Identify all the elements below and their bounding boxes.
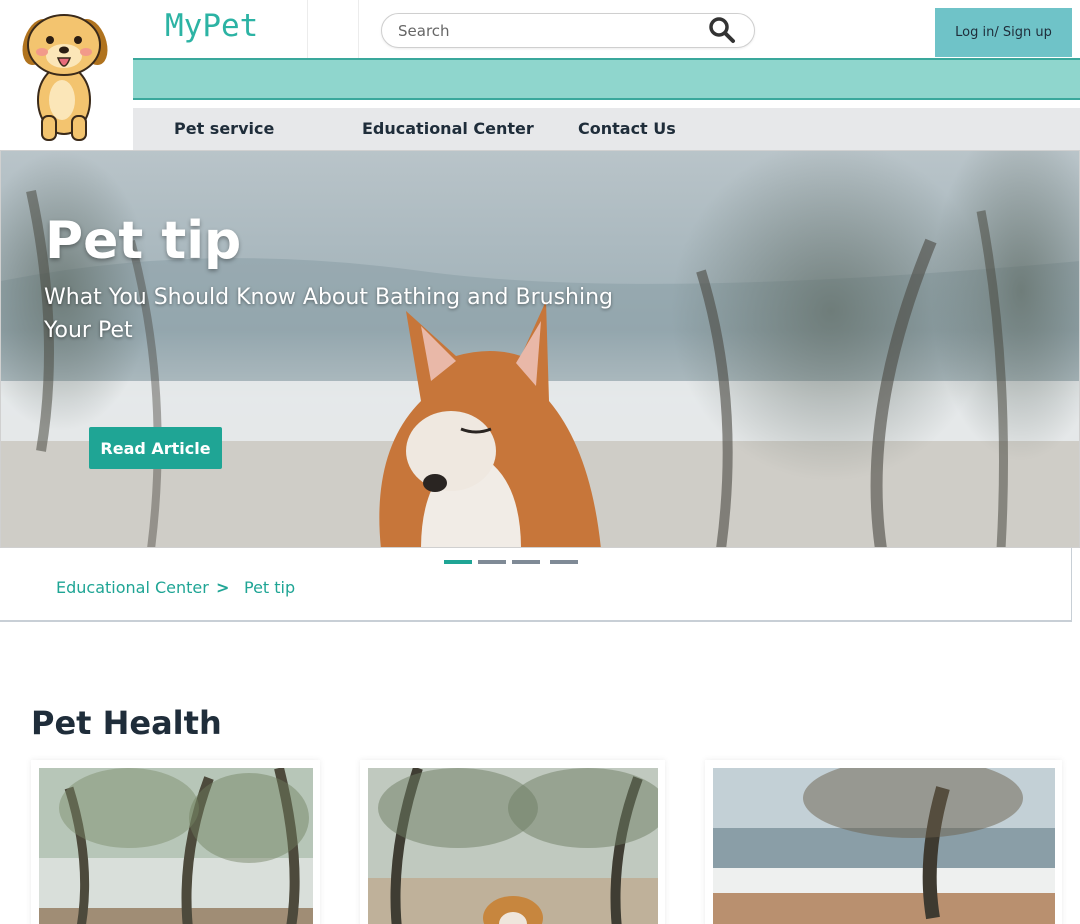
- carousel-dot-3[interactable]: [512, 560, 540, 564]
- hero-title: Pet tip: [45, 211, 242, 271]
- search-area: [358, 0, 818, 58]
- article-card-image: [39, 768, 313, 924]
- search-input[interactable]: [381, 13, 755, 48]
- article-card[interactable]: [705, 760, 1062, 924]
- header-accent-bar: [133, 58, 1080, 100]
- article-card[interactable]: [360, 760, 665, 924]
- logo[interactable]: [0, 0, 133, 150]
- puppy-mascot-icon: [22, 14, 108, 141]
- nav-item-pet-service[interactable]: Pet service: [174, 119, 274, 138]
- search-button[interactable]: [707, 16, 737, 46]
- hero-banner: Pet tip What You Should Know About Bathi…: [0, 150, 1080, 548]
- article-card-image: [713, 768, 1055, 924]
- brand-name[interactable]: MyPet: [165, 8, 258, 44]
- nav-item-educational-center[interactable]: Educational Center: [362, 119, 534, 138]
- search-icon: [709, 17, 735, 43]
- main-nav: Pet service Educational Center Contact U…: [133, 108, 1080, 150]
- carousel-dot-1[interactable]: [444, 560, 472, 564]
- carousel-dot-4[interactable]: [550, 560, 578, 564]
- login-signup-button[interactable]: Log in/ Sign up: [935, 8, 1072, 57]
- nav-gap: [133, 100, 1080, 108]
- article-card[interactable]: [31, 760, 320, 924]
- carousel-dot-2[interactable]: [478, 560, 506, 564]
- hero-subtitle: What You Should Know About Bathing and B…: [44, 285, 613, 343]
- read-article-button[interactable]: Read Article: [89, 427, 222, 469]
- nav-item-contact-us[interactable]: Contact Us: [578, 119, 676, 138]
- breadcrumb-parent[interactable]: Educational Center: [56, 578, 209, 597]
- breadcrumb-separator: >: [216, 578, 230, 597]
- brand-area: MyPet: [133, 0, 308, 58]
- article-card-image: [368, 768, 658, 924]
- section-title: Pet Health: [31, 704, 222, 742]
- breadcrumb-current: Pet tip: [244, 578, 296, 597]
